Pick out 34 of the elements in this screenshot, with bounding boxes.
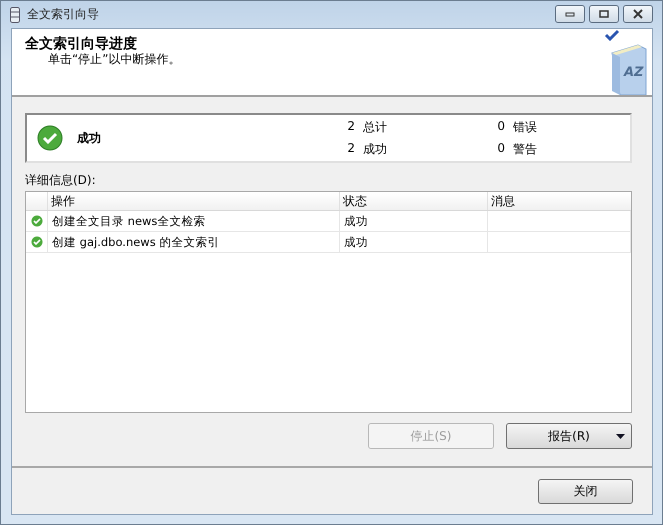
app-icon (10, 6, 20, 22)
stat-label: 错误 (513, 118, 537, 136)
success-icon (37, 125, 63, 151)
window-title: 全文索引向导 (27, 6, 99, 23)
stat-count: 2 (346, 140, 355, 156)
caret-icon (616, 434, 625, 439)
minimize-icon (565, 10, 575, 16)
stat-label: 警告 (513, 140, 537, 158)
page-title: 全文索引向导进度 (25, 36, 138, 52)
success-icon (30, 236, 42, 248)
success-icon (30, 215, 42, 227)
table-cell: 成功 (344, 214, 368, 228)
stat-count: 2 (346, 118, 355, 134)
close-button[interactable] (623, 4, 653, 22)
column-header[interactable]: 消息 (488, 192, 631, 210)
book-label: AZ (624, 65, 644, 80)
close-button[interactable]: 关闭 (538, 478, 633, 504)
maximize-button[interactable] (589, 4, 619, 22)
column-header[interactable]: 操作 (48, 192, 340, 210)
stat-count: 0 (496, 118, 505, 134)
table-cell: 成功 (344, 234, 368, 250)
table-cell: 创建全文目录 news全文检索 (52, 214, 206, 228)
page-subtitle: 单击“停止”以中断操作。 (47, 52, 180, 66)
stat-label: 总计 (363, 118, 387, 136)
maximize-icon (599, 10, 609, 18)
summary-status: 成功 (77, 130, 102, 146)
table-cell: 创建 gaj.dbo.news 的全文索引 (52, 234, 220, 250)
stat-count: 0 (496, 140, 505, 156)
report-button[interactable]: 报告(R) (506, 423, 632, 449)
close-icon (632, 8, 644, 18)
column-header[interactable]: 状态 (340, 192, 488, 210)
stat-label: 成功 (363, 140, 387, 158)
details-label: 详细信息(D): (25, 172, 97, 188)
minimize-button[interactable] (555, 4, 585, 22)
